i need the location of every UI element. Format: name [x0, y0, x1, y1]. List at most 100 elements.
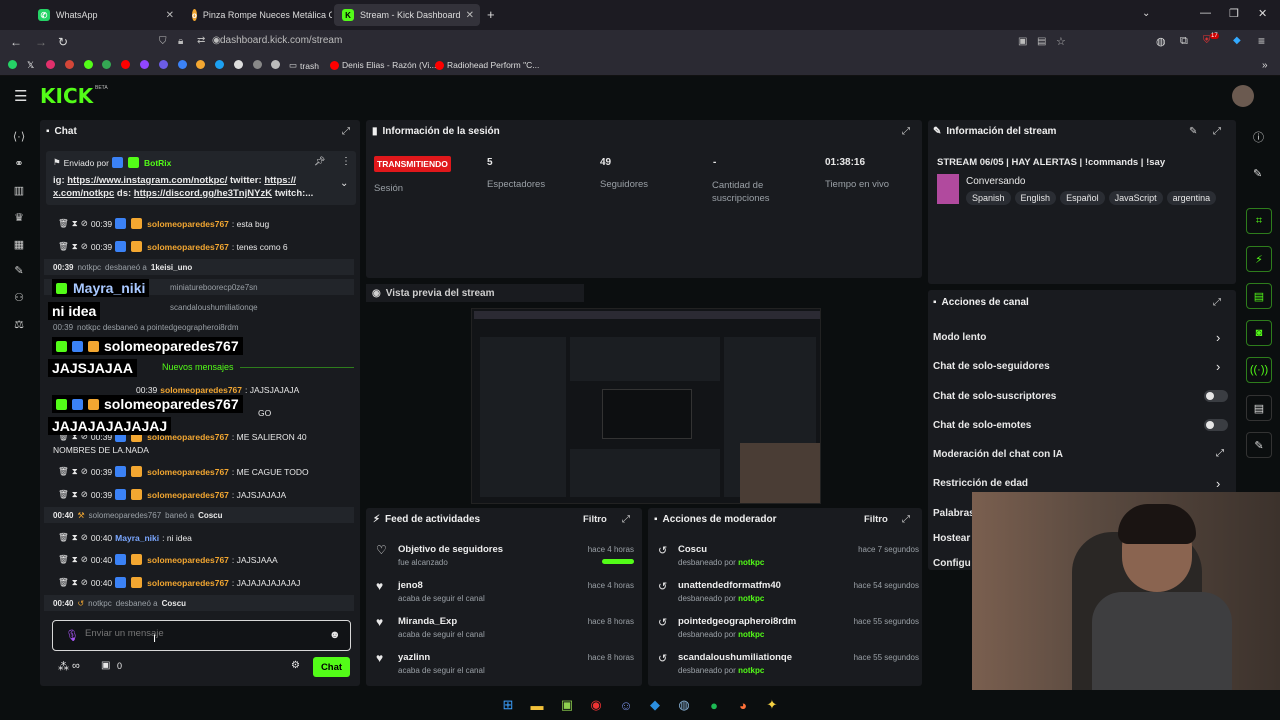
pinned-app-icon[interactable]: ✦	[763, 696, 781, 714]
tag[interactable]: JavaScript	[1108, 191, 1163, 205]
timeout-icon[interactable]: ⧗	[72, 466, 78, 477]
chat-message[interactable]: 00:39 solomeoparedes767: JAJSJAJAJA	[136, 385, 299, 395]
chat-message[interactable]: 🗑︎ ⧗ ⊘ 00:39 solomeoparedes767: JAJSJAJAJA	[58, 489, 286, 500]
popout-icon[interactable]: ⤢	[902, 514, 910, 525]
tag[interactable]: English	[1014, 191, 1057, 205]
new-tab-button[interactable]: +	[487, 7, 495, 22]
unpin-icon[interactable]: 📌︎	[314, 156, 325, 167]
more-options-icon[interactable]: ⋮	[341, 156, 351, 167]
close-window-icon[interactable]: ✕	[1258, 7, 1267, 20]
back-icon[interactable]: ←	[10, 35, 22, 49]
hamburger-menu-icon[interactable]: ☰	[14, 87, 27, 105]
bookmark-trash[interactable]: ▭ trash	[289, 60, 319, 71]
timeout-icon[interactable]: ⧗	[72, 241, 78, 252]
ban-icon[interactable]: ⊘	[81, 218, 88, 229]
delete-icon[interactable]: 🗑︎	[58, 466, 69, 477]
kick-logo[interactable]: KICK	[40, 84, 93, 108]
timeout-icon[interactable]: ⧗	[72, 218, 78, 229]
chat-settings-icon[interactable]: ⚙	[291, 660, 300, 671]
mod-filter-button[interactable]: Filtro	[864, 514, 888, 525]
chat-input-box[interactable]: 🎙︎ ☻	[52, 620, 351, 651]
pinned-link[interactable]: x.com/notkpc	[53, 188, 114, 199]
forward-icon[interactable]: →	[35, 35, 47, 49]
more-bookmarks-icon[interactable]: »	[1262, 60, 1268, 71]
chat-message[interactable]: 🗑︎ ⧗ ⊘ 00:39 solomeoparedes767: tenes como…	[58, 241, 288, 252]
settings-item[interactable]: Configu	[933, 558, 971, 569]
broadcast-icon[interactable]: ((·))	[1246, 357, 1272, 383]
bookmark-radiohead[interactable]: Radiohead Perform "C...	[435, 60, 539, 70]
tag[interactable]: Spanish	[966, 191, 1011, 205]
ban-icon[interactable]: ⊘	[81, 554, 88, 565]
app-icon[interactable]: ▣	[558, 696, 576, 714]
avatar[interactable]	[1232, 85, 1254, 107]
document-icon[interactable]: ▤	[1246, 283, 1272, 309]
popout-icon[interactable]: ⤢	[1213, 297, 1221, 308]
spotify-icon[interactable]: ●	[705, 696, 723, 714]
pinned-link[interactable]: https://	[264, 175, 296, 186]
quick-emotes-icon[interactable]: ⁂	[58, 660, 69, 673]
chat-input[interactable]	[85, 628, 315, 639]
tab-whatsapp[interactable]: ✆ WhatsApp ✕	[30, 4, 180, 26]
wrench-icon[interactable]: ✎	[11, 263, 27, 277]
delete-icon[interactable]: 🗑︎	[58, 489, 69, 500]
ban-icon[interactable]: ⊘	[81, 466, 88, 477]
trophy-icon[interactable]: ♛	[11, 210, 27, 224]
chevron-right-icon[interactable]: ›	[1216, 359, 1220, 374]
delete-icon[interactable]: 🗑︎	[58, 577, 69, 588]
drive-bookmark-icon[interactable]	[102, 60, 111, 69]
emoji-icon[interactable]: ☻	[329, 629, 341, 641]
gmail-bookmark-icon[interactable]	[65, 60, 74, 69]
lock-icon[interactable]: 🔒︎	[178, 36, 183, 47]
ban-icon[interactable]: ⊘	[81, 577, 88, 588]
slow-mode-item[interactable]: Modo lento	[933, 332, 986, 343]
chat-message[interactable]: 🗑︎ ⧗ ⊘ 00:39 solomeoparedes767: esta bug	[58, 218, 269, 229]
minimize-icon[interactable]: —	[1200, 7, 1211, 19]
chat-message[interactable]: 🗑︎ ⧗ ⊘ 00:39 solomeoparedes767: ME CAGUE T…	[58, 466, 309, 477]
microphone-icon[interactable]: 🎙︎	[65, 629, 79, 642]
stream-icon[interactable]: ⟨·⟩	[11, 129, 27, 143]
host-item[interactable]: Hostear	[933, 533, 970, 544]
list-icon[interactable]: ▤	[1246, 395, 1272, 421]
media-icon[interactable]: ▦	[11, 237, 27, 251]
timeout-icon[interactable]: ⧗	[72, 554, 78, 565]
page-bookmark-icon[interactable]	[253, 60, 262, 69]
menu-icon[interactable]: ≡	[1258, 34, 1265, 48]
pinned-link[interactable]: https://discord.gg/he3TnjNYzK	[134, 188, 272, 199]
delete-icon[interactable]: 🗑︎	[58, 241, 69, 252]
tab-product[interactable]: o Pinza Rompe Nueces Metálica C	[184, 4, 332, 26]
ai-moderation-item[interactable]: Moderación del chat con IA	[933, 449, 1063, 460]
subscribers-only-toggle[interactable]	[1204, 390, 1228, 402]
close-tab-icon[interactable]: ✕	[466, 10, 474, 21]
popout-icon[interactable]: ⤢	[342, 126, 350, 137]
new-messages-divider[interactable]: Nuevos mensajes	[162, 362, 234, 372]
ban-icon[interactable]: ⊘	[81, 241, 88, 252]
pinned-link[interactable]: https://www.instagram.com/notkpc/	[67, 175, 227, 186]
maximize-icon[interactable]: ❐	[1229, 7, 1239, 20]
extensions-icon[interactable]: ⧉	[1180, 35, 1188, 48]
chat-icon[interactable]: ◙	[1246, 320, 1272, 346]
extension-icon[interactable]: ◆	[1233, 35, 1241, 46]
url-bar[interactable]: dashboard.kick.com/stream	[220, 35, 342, 46]
analytics-icon[interactable]: ▥	[11, 183, 27, 197]
file-explorer-icon[interactable]: ▬	[528, 696, 546, 714]
permissions-icon[interactable]: ⇄	[197, 35, 205, 46]
send-chat-button[interactable]: Chat	[313, 657, 350, 677]
followers-only-item[interactable]: Chat de solo-seguidores	[933, 361, 1050, 372]
ban-icon[interactable]: ⊘	[81, 532, 88, 543]
x-bookmark-icon[interactable]: 𝕏	[27, 60, 34, 71]
windows-start-icon[interactable]: ⊞	[499, 696, 517, 714]
stream-preview-video[interactable]	[471, 308, 821, 504]
reload-icon[interactable]: ↻	[58, 35, 68, 49]
emotes-only-toggle[interactable]	[1204, 419, 1228, 431]
tab-list-icon[interactable]: ⌄	[1142, 8, 1150, 19]
wrench-icon[interactable]: ✎	[1246, 432, 1272, 458]
cloud-bookmark-icon[interactable]	[234, 60, 243, 69]
instagram-bookmark-icon[interactable]	[46, 60, 55, 69]
star-bookmark-icon[interactable]	[215, 60, 224, 69]
ban-icon[interactable]: ⊘	[81, 489, 88, 500]
chrome-icon[interactable]: ◉	[587, 696, 605, 714]
picture-in-picture-icon[interactable]: ▣	[1018, 36, 1027, 47]
orange-bookmark-icon[interactable]	[196, 60, 205, 69]
blue-bookmark-icon[interactable]	[178, 60, 187, 69]
tag[interactable]: argentina	[1166, 191, 1217, 205]
